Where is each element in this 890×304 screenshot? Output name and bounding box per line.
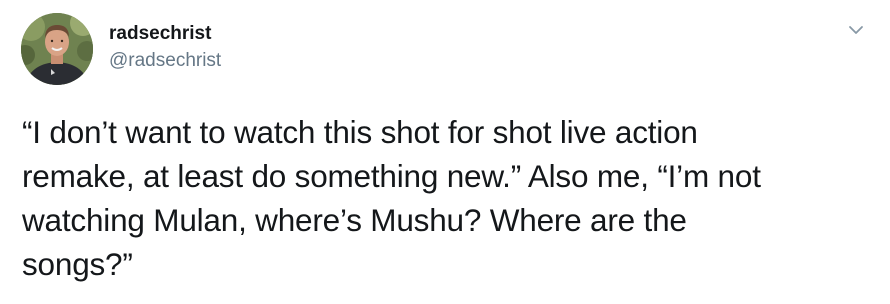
tweet-text-line: remake, at least do something new.” Also…: [22, 158, 761, 194]
profile-photo-icon: [21, 13, 93, 85]
tweet-card: radsechrist @radsechrist “I don’t want t…: [0, 0, 890, 304]
avatar[interactable]: [21, 13, 93, 85]
tweet-text-line: watching Mulan, where’s Mushu? Where are…: [22, 202, 687, 238]
tweet-menu-button[interactable]: [844, 18, 868, 42]
user-handle[interactable]: @radsechrist: [109, 49, 221, 73]
tweet-text: “I don’t want to watch this shot for sho…: [22, 110, 872, 286]
tweet-text-line: songs?”: [22, 246, 133, 282]
tweet-text-line: “I don’t want to watch this shot for sho…: [22, 114, 698, 150]
author-names: radsechrist @radsechrist: [109, 22, 221, 73]
chevron-down-icon: [849, 26, 863, 34]
display-name[interactable]: radsechrist: [109, 22, 221, 46]
